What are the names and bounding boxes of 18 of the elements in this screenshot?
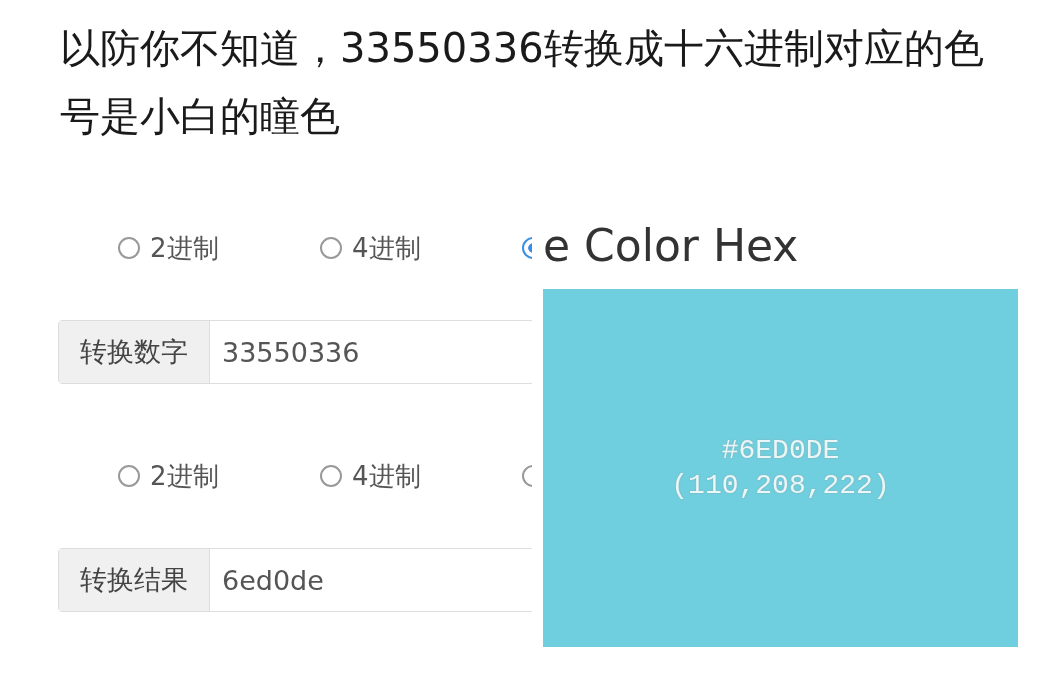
- page-title: e Color Hex: [543, 219, 800, 273]
- input-field[interactable]: 转换结果 6ed0de: [58, 548, 532, 612]
- radio-label: 2进制: [150, 459, 219, 493]
- radio-button[interactable]: [320, 237, 342, 259]
- rgb-value: (110,208,222): [671, 470, 890, 501]
- radio-button[interactable]: [118, 237, 140, 259]
- radio-label: 4进制: [352, 459, 421, 493]
- radio-label: 4进制: [352, 231, 421, 265]
- radio-button[interactable]: [320, 465, 342, 487]
- input-field[interactable]: 转换数字 33550336: [58, 320, 532, 384]
- field-label: 转换结果: [59, 549, 210, 611]
- field-value: 33550336: [221, 335, 360, 370]
- radio-button[interactable]: [118, 465, 140, 487]
- field-label: 转换数字: [59, 321, 210, 383]
- field-value: 6ed0de: [221, 563, 324, 598]
- hex-code: #6ED0DE: [721, 435, 840, 466]
- radio-label: 2进制: [150, 231, 219, 265]
- post-text: 以防你不知道，33550336转换成十六进制对应的色号是小白的瞳色: [60, 24, 985, 141]
